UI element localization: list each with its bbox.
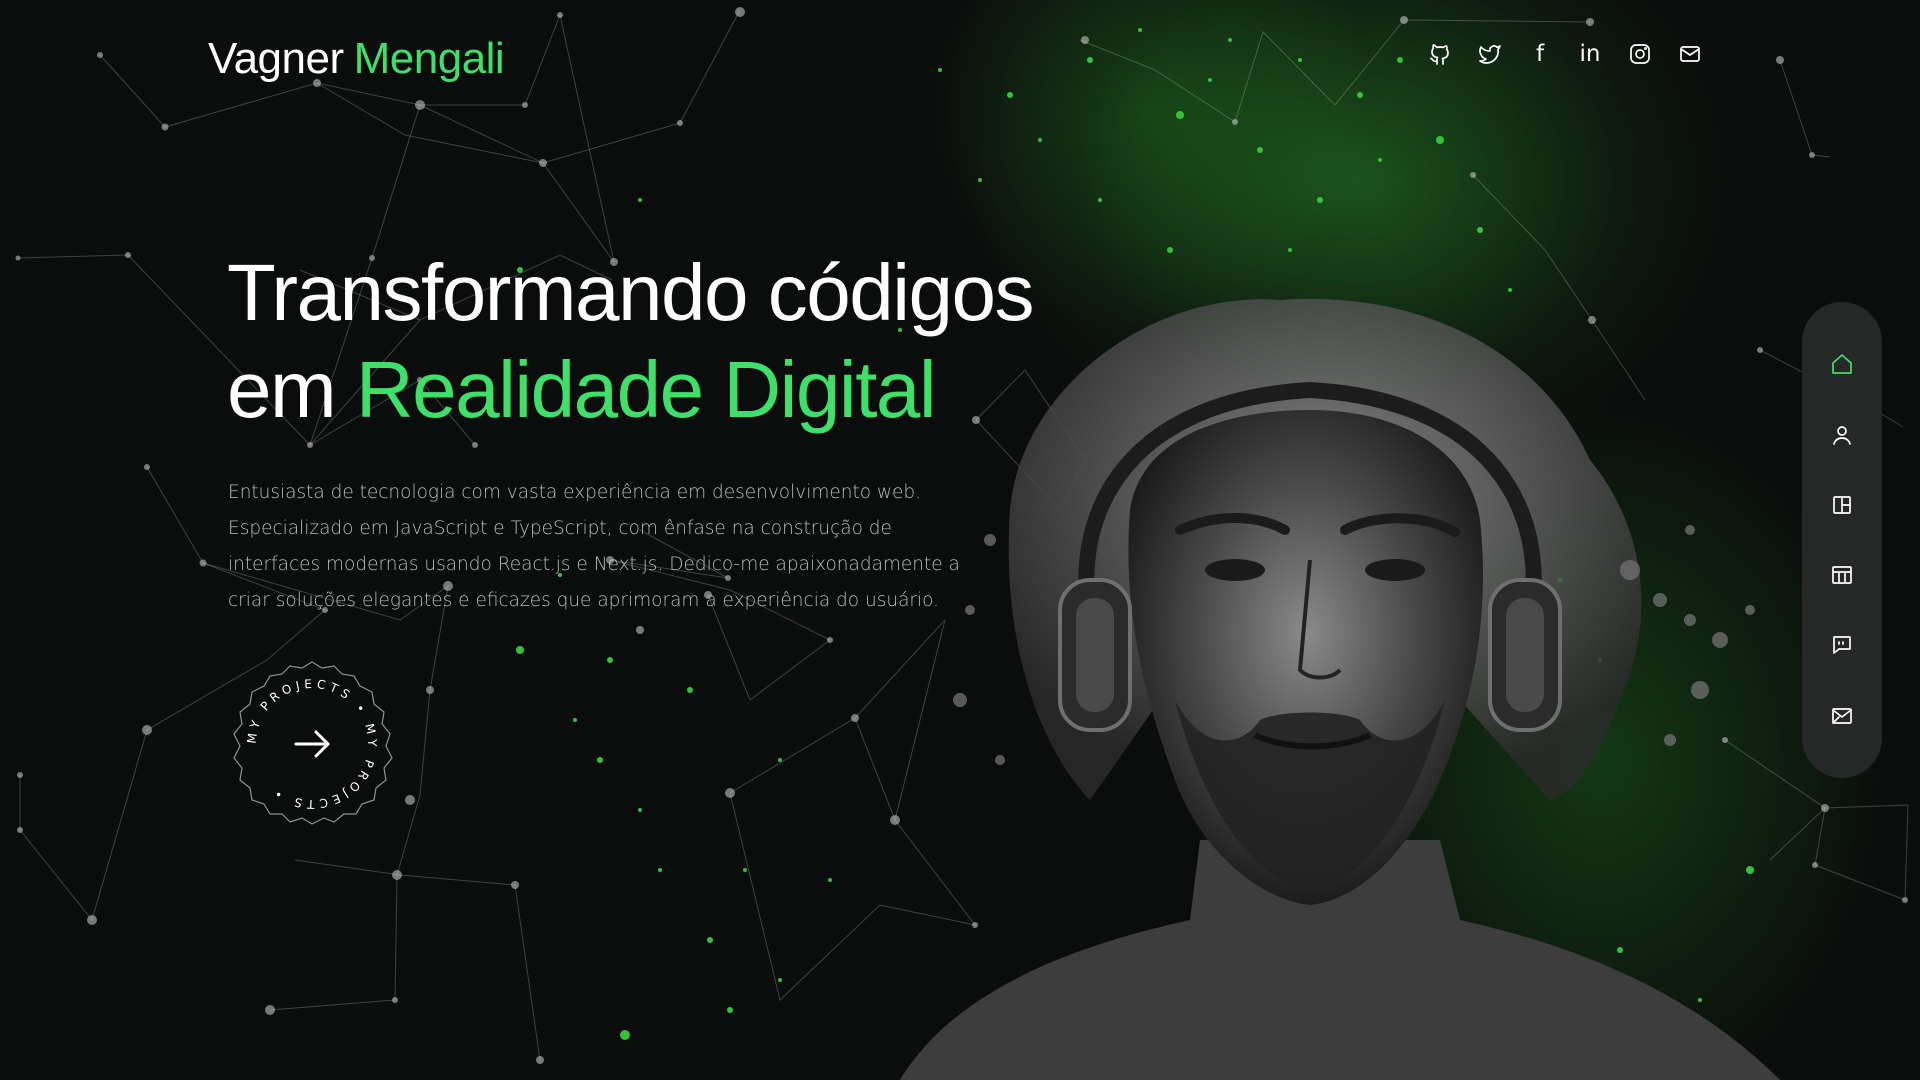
user-icon [1833, 425, 1851, 445]
mail-icon [1680, 46, 1700, 62]
contact-icon [1832, 707, 1852, 724]
facebook-link[interactable]: f [1526, 40, 1554, 68]
projects-badge-graphic: MY PROJECTS • MY PROJECTS • [233, 661, 393, 825]
side-navigation [1802, 302, 1882, 778]
facebook-icon: f [1535, 41, 1545, 67]
headline-line-2-prefix: em [227, 345, 337, 434]
logo-last-name: Mengali [353, 34, 505, 83]
github-link[interactable] [1426, 40, 1454, 68]
github-icon [1430, 44, 1449, 65]
twitter-icon [1479, 45, 1501, 64]
nav-services[interactable] [1822, 485, 1862, 525]
headline-accent: Realidade Digital [355, 345, 937, 434]
hero-description: Entusiasta de tecnologia com vasta exper… [228, 482, 960, 611]
instagram-icon [1630, 44, 1650, 64]
work-icon [1832, 566, 1852, 584]
instagram-link[interactable] [1626, 40, 1654, 68]
nav-testimonials[interactable] [1822, 625, 1862, 665]
linkedin-link[interactable]: in [1576, 40, 1604, 68]
social-links: f in [1426, 40, 1704, 68]
page: Vagner Mengali f in Transformando código… [0, 0, 1920, 1080]
arrow-right-icon [294, 730, 330, 758]
nav-about[interactable] [1822, 415, 1862, 455]
nav-home[interactable] [1822, 344, 1862, 384]
testimonials-icon [1833, 636, 1851, 655]
nav-contact[interactable] [1822, 696, 1862, 736]
twitter-link[interactable] [1476, 40, 1504, 68]
nav-work[interactable] [1822, 555, 1862, 595]
home-icon [1832, 354, 1852, 375]
linkedin-icon: in [1579, 41, 1601, 67]
profile-portrait [900, 298, 1780, 1080]
services-icon [1833, 495, 1851, 514]
logo-first-name: Vagner [208, 34, 344, 83]
my-projects-button[interactable]: MY PROJECTS • MY PROJECTS • [228, 660, 396, 828]
mail-link[interactable] [1676, 40, 1704, 68]
site-logo[interactable]: Vagner Mengali [208, 34, 505, 84]
